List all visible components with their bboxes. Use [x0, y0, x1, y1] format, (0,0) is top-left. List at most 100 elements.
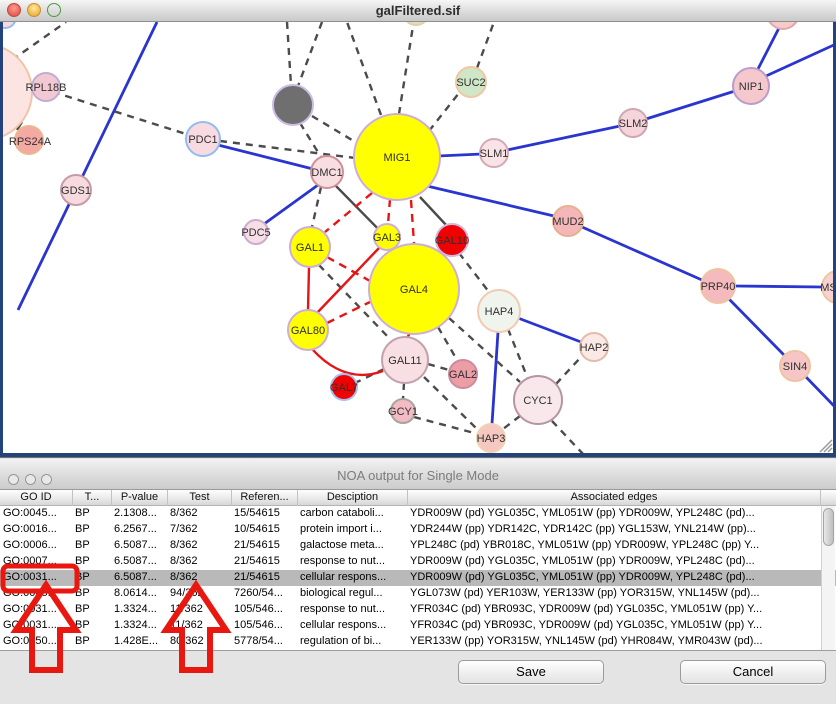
cell-description: galactose meta... — [300, 538, 407, 554]
network-window: RPL18B RPS24A GDS1 PDC1 MIG1 DMC1 SUC2 S… — [0, 0, 836, 457]
results-table: GO ID T... P-value Test Referen... Desci… — [0, 490, 836, 651]
node-label: RPS24A — [9, 136, 52, 148]
cell-description: regulation of bi... — [300, 634, 407, 650]
cell-type: BP — [75, 618, 111, 634]
table-row[interactable]: GO:0050... BP 1.428E... 80/362 5778/54..… — [0, 634, 836, 650]
cell-go-id: GO:0050... — [3, 634, 72, 650]
col-type[interactable]: T... — [73, 490, 112, 506]
col-p-value[interactable]: P-value — [112, 490, 168, 506]
col-associated-edges[interactable]: Associated edges — [408, 490, 821, 506]
window-title: galFiltered.sif — [0, 3, 836, 18]
cell-reference: 21/54615 — [234, 538, 298, 554]
cell-type: BP — [75, 538, 111, 554]
cell-type: BP — [75, 634, 111, 650]
col-go-id[interactable]: GO ID — [0, 490, 73, 506]
cell-go-id: GO:0016... — [3, 522, 72, 538]
screen: RPL18B RPS24A GDS1 PDC1 MIG1 DMC1 SUC2 S… — [0, 0, 836, 704]
table-header[interactable]: GO ID T... P-value Test Referen... Desci… — [0, 490, 836, 506]
cell-p-value: 6.5087... — [114, 538, 168, 554]
node-label: GAL3 — [373, 232, 401, 244]
cell-associated-edges: YPL248C (pd) YBR018C, YML051W (pp) YDR00… — [410, 538, 818, 554]
scrollbar-thumb[interactable] — [823, 508, 834, 546]
table-row[interactable]: GO:0006... BP 6.5087... 8/362 21/54615 g… — [0, 538, 836, 554]
cell-test: 11/362 — [170, 618, 231, 634]
col-test[interactable]: Test — [168, 490, 232, 506]
cell-test: 94/362 — [170, 586, 231, 602]
cell-go-id: GO:0006... — [3, 538, 72, 554]
cell-test: 7/362 — [170, 522, 231, 538]
table-row[interactable]: GO:0016... BP 6.2567... 7/362 10/54615 p… — [0, 522, 836, 538]
cell-test: 8/362 — [170, 554, 231, 570]
node-label: MIG1 — [384, 152, 411, 164]
node-label: RPL18B — [26, 82, 67, 94]
table-scrollbar[interactable] — [821, 506, 835, 650]
cell-associated-edges: YDR009W (pd) YGL035C, YML051W (pp) YDR00… — [410, 570, 818, 586]
node-label: GAL2 — [449, 369, 477, 381]
table-row[interactable]: GO:0031... BP 1.3324... 11/362 105/546..… — [0, 602, 836, 618]
node-label: MUD2 — [552, 216, 583, 228]
node-label: MSI — [820, 282, 836, 294]
cell-reference: 21/54615 — [234, 570, 298, 586]
cell-associated-edges: YDR244W (pp) YDR142C, YDR142C (pp) YGL15… — [410, 522, 818, 538]
table-row[interactable]: GO:0031... BP 1.3324... 11/362 105/546..… — [0, 618, 836, 634]
node-label: PDC1 — [188, 134, 217, 146]
cell-reference: 105/546... — [234, 618, 298, 634]
node-label: DMC1 — [311, 167, 342, 179]
cell-reference: 105/546... — [234, 602, 298, 618]
cancel-button[interactable]: Cancel — [680, 660, 826, 684]
cell-type: BP — [75, 554, 111, 570]
cell-p-value: 2.1308... — [114, 506, 168, 522]
cell-p-value: 1.428E... — [114, 634, 168, 650]
noa-window-title: NOA output for Single Mode — [0, 468, 836, 483]
node-label: GDS1 — [61, 185, 91, 197]
cell-description: cellular respons... — [300, 570, 407, 586]
node-gray[interactable] — [273, 85, 313, 125]
cell-description: protein import i... — [300, 522, 407, 538]
cell-reference: 10/54615 — [234, 522, 298, 538]
cell-associated-edges: YDR009W (pd) YGL035C, YML051W (pp) YDR00… — [410, 506, 818, 522]
cell-reference: 7260/54... — [234, 586, 298, 602]
cell-test: 8/362 — [170, 538, 231, 554]
node-label: GAL4 — [400, 284, 428, 296]
table-row[interactable]: GO:0045... BP 2.1308... 8/362 15/54615 c… — [0, 506, 836, 522]
cell-p-value: 6.5087... — [114, 554, 168, 570]
cell-description: carbon cataboli... — [300, 506, 407, 522]
cell-test: 8/362 — [170, 506, 231, 522]
col-reference[interactable]: Referen... — [232, 490, 298, 506]
cell-description: response to nut... — [300, 554, 407, 570]
node-label: GAL10 — [435, 235, 469, 247]
node-label: GAL1 — [296, 242, 324, 254]
cell-test: 11/362 — [170, 602, 231, 618]
noa-footer: Save Cancel — [0, 651, 836, 704]
cell-go-id: GO:0031... — [3, 618, 72, 634]
cell-associated-edges: YER133W (pp) YOR315W, YNL145W (pd) YHR08… — [410, 634, 818, 650]
node-label: SUC2 — [456, 77, 485, 89]
table-body: GO:0045... BP 2.1308... 8/362 15/54615 c… — [0, 506, 836, 650]
node-label: SLM1 — [480, 148, 509, 160]
network-canvas[interactable]: RPL18B RPS24A GDS1 PDC1 MIG1 DMC1 SUC2 S… — [0, 0, 836, 457]
noa-titlebar[interactable]: NOA output for Single Mode — [0, 459, 836, 490]
cell-go-id: GO:0045... — [3, 506, 72, 522]
node-label: GAL7 — [330, 382, 358, 394]
node-label: NIP1 — [739, 81, 763, 93]
cell-type: BP — [75, 570, 111, 586]
cell-go-id: GO:0031... — [3, 602, 72, 618]
table-row[interactable]: GO:0007... BP 6.5087... 8/362 21/54615 r… — [0, 554, 836, 570]
node-label: SLM2 — [619, 118, 648, 130]
cell-go-id: GO:0065... — [3, 586, 72, 602]
cell-reference: 21/54615 — [234, 554, 298, 570]
col-description[interactable]: Desciption — [298, 490, 408, 506]
node-label: SIN4 — [783, 361, 807, 373]
cell-test: 8/362 — [170, 570, 231, 586]
cell-p-value: 1.3324... — [114, 618, 168, 634]
cell-p-value: 6.2567... — [114, 522, 168, 538]
resize-grip-icon[interactable] — [820, 440, 832, 452]
cell-description: biological regul... — [300, 586, 407, 602]
save-button[interactable]: Save — [458, 660, 604, 684]
table-row[interactable]: GO:0065... BP 8.0614... 94/362 7260/54..… — [0, 586, 836, 602]
cell-reference: 5778/54... — [234, 634, 298, 650]
table-row-selected[interactable]: GO:0031... BP 6.5087... 8/362 21/54615 c… — [0, 570, 836, 586]
cell-type: BP — [75, 522, 111, 538]
network-titlebar[interactable]: galFiltered.sif — [0, 0, 836, 22]
cell-type: BP — [75, 602, 111, 618]
